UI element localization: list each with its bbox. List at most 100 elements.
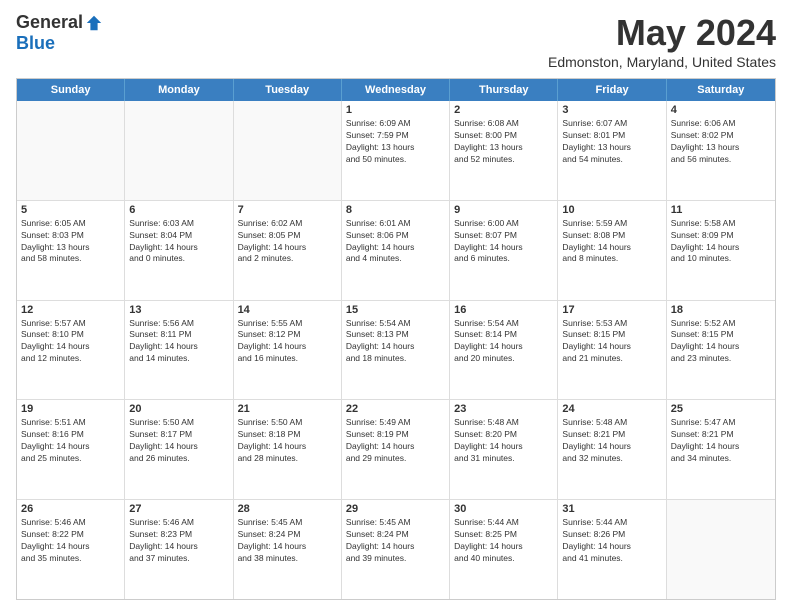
day-cell: 23 Sunrise: 5:48 AMSunset: 8:20 PMDayligh… (450, 400, 558, 499)
title-section: May 2024 Edmonston, Maryland, United Sta… (548, 12, 776, 70)
day-cell: 13 Sunrise: 5:56 AMSunset: 8:11 PMDayligh… (125, 301, 233, 400)
day-info: Sunrise: 6:08 AMSunset: 8:00 PMDaylight:… (454, 118, 553, 166)
day-cell: 1 Sunrise: 6:09 AMSunset: 7:59 PMDaylight… (342, 101, 450, 200)
day-number: 25 (671, 403, 771, 415)
day-cell: 15 Sunrise: 5:54 AMSunset: 8:13 PMDayligh… (342, 301, 450, 400)
header: General Blue May 2024 Edmonston, Marylan… (16, 12, 776, 70)
day-number: 13 (129, 304, 228, 316)
day-info: Sunrise: 5:49 AMSunset: 8:19 PMDaylight:… (346, 417, 445, 465)
day-info: Sunrise: 5:44 AMSunset: 8:25 PMDaylight:… (454, 517, 553, 565)
day-number: 4 (671, 104, 771, 116)
day-number: 5 (21, 204, 120, 216)
day-number: 20 (129, 403, 228, 415)
day-number: 26 (21, 503, 120, 515)
day-number: 10 (562, 204, 661, 216)
day-of-week-header: Thursday (450, 79, 558, 101)
day-info: Sunrise: 6:01 AMSunset: 8:06 PMDaylight:… (346, 218, 445, 266)
day-info: Sunrise: 5:59 AMSunset: 8:08 PMDaylight:… (562, 218, 661, 266)
day-info: Sunrise: 5:58 AMSunset: 8:09 PMDaylight:… (671, 218, 771, 266)
day-info: Sunrise: 5:56 AMSunset: 8:11 PMDaylight:… (129, 318, 228, 366)
day-number: 14 (238, 304, 337, 316)
day-number: 21 (238, 403, 337, 415)
day-cell (234, 101, 342, 200)
calendar-row: 26 Sunrise: 5:46 AMSunset: 8:22 PMDayligh… (17, 499, 775, 599)
day-number: 31 (562, 503, 661, 515)
logo-blue-text: Blue (16, 33, 55, 54)
day-cell: 11 Sunrise: 5:58 AMSunset: 8:09 PMDayligh… (667, 201, 775, 300)
day-of-week-header: Wednesday (342, 79, 450, 101)
day-cell: 25Sunrise: 5:47 AMSunset: 8:21 PMDayligh… (667, 400, 775, 499)
day-info: Sunrise: 6:02 AMSunset: 8:05 PMDaylight:… (238, 218, 337, 266)
day-cell: 21 Sunrise: 5:50 AMSunset: 8:18 PMDayligh… (234, 400, 342, 499)
day-info: Sunrise: 6:00 AMSunset: 8:07 PMDaylight:… (454, 218, 553, 266)
logo-icon (85, 14, 103, 32)
day-cell: 10 Sunrise: 5:59 AMSunset: 8:08 PMDayligh… (558, 201, 666, 300)
day-cell: 18 Sunrise: 5:52 AMSunset: 8:15 PMDayligh… (667, 301, 775, 400)
day-info: Sunrise: 5:48 AMSunset: 8:20 PMDaylight:… (454, 417, 553, 465)
day-info: Sunrise: 6:09 AMSunset: 7:59 PMDaylight:… (346, 118, 445, 166)
day-info: Sunrise: 5:51 AMSunset: 8:16 PMDaylight:… (21, 417, 120, 465)
day-info: Sunrise: 5:44 AMSunset: 8:26 PMDaylight:… (562, 517, 661, 565)
day-info: Sunrise: 5:50 AMSunset: 8:18 PMDaylight:… (238, 417, 337, 465)
day-cell: 26 Sunrise: 5:46 AMSunset: 8:22 PMDayligh… (17, 500, 125, 599)
day-info: Sunrise: 6:03 AMSunset: 8:04 PMDaylight:… (129, 218, 228, 266)
day-info: Sunrise: 5:45 AMSunset: 8:24 PMDaylight:… (238, 517, 337, 565)
day-info: Sunrise: 5:46 AMSunset: 8:22 PMDaylight:… (21, 517, 120, 565)
calendar-row: 5 Sunrise: 6:05 AMSunset: 8:03 PMDaylight… (17, 200, 775, 300)
day-info: Sunrise: 5:52 AMSunset: 8:15 PMDaylight:… (671, 318, 771, 366)
day-cell (667, 500, 775, 599)
day-info: Sunrise: 6:07 AMSunset: 8:01 PMDaylight:… (562, 118, 661, 166)
day-info: Sunrise: 5:54 AMSunset: 8:13 PMDaylight:… (346, 318, 445, 366)
calendar-row: 19Sunrise: 5:51 AMSunset: 8:16 PMDayligh… (17, 399, 775, 499)
day-number: 28 (238, 503, 337, 515)
day-cell: 19Sunrise: 5:51 AMSunset: 8:16 PMDayligh… (17, 400, 125, 499)
day-cell: 16Sunrise: 5:54 AMSunset: 8:14 PMDayligh… (450, 301, 558, 400)
day-number: 12 (21, 304, 120, 316)
day-info: Sunrise: 5:46 AMSunset: 8:23 PMDaylight:… (129, 517, 228, 565)
day-info: Sunrise: 5:57 AMSunset: 8:10 PMDaylight:… (21, 318, 120, 366)
calendar-body: 1 Sunrise: 6:09 AMSunset: 7:59 PMDaylight… (17, 101, 775, 599)
day-number: 30 (454, 503, 553, 515)
day-cell: 3 Sunrise: 6:07 AMSunset: 8:01 PMDaylight… (558, 101, 666, 200)
day-number: 17 (562, 304, 661, 316)
day-number: 27 (129, 503, 228, 515)
day-cell: 6Sunrise: 6:03 AMSunset: 8:04 PMDaylight… (125, 201, 233, 300)
day-number: 9 (454, 204, 553, 216)
day-number: 8 (346, 204, 445, 216)
day-number: 3 (562, 104, 661, 116)
day-number: 22 (346, 403, 445, 415)
calendar-header: SundayMondayTuesdayWednesdayThursdayFrid… (17, 79, 775, 101)
day-cell: 31 Sunrise: 5:44 AMSunset: 8:26 PMDayligh… (558, 500, 666, 599)
day-number: 15 (346, 304, 445, 316)
day-info: Sunrise: 6:06 AMSunset: 8:02 PMDaylight:… (671, 118, 771, 166)
day-number: 7 (238, 204, 337, 216)
day-cell: 20Sunrise: 5:50 AMSunset: 8:17 PMDayligh… (125, 400, 233, 499)
day-cell: 27 Sunrise: 5:46 AMSunset: 8:23 PMDayligh… (125, 500, 233, 599)
calendar-row: 1 Sunrise: 6:09 AMSunset: 7:59 PMDaylight… (17, 101, 775, 200)
day-number: 24 (562, 403, 661, 415)
day-of-week-header: Saturday (667, 79, 775, 101)
day-number: 11 (671, 204, 771, 216)
day-number: 29 (346, 503, 445, 515)
day-of-week-header: Tuesday (234, 79, 342, 101)
day-cell: 2 Sunrise: 6:08 AMSunset: 8:00 PMDaylight… (450, 101, 558, 200)
location: Edmonston, Maryland, United States (548, 54, 776, 70)
day-of-week-header: Sunday (17, 79, 125, 101)
calendar: SundayMondayTuesdayWednesdayThursdayFrid… (16, 78, 776, 600)
day-cell: 17 Sunrise: 5:53 AMSunset: 8:15 PMDayligh… (558, 301, 666, 400)
day-info: Sunrise: 5:45 AMSunset: 8:24 PMDaylight:… (346, 517, 445, 565)
day-of-week-header: Monday (125, 79, 233, 101)
day-info: Sunrise: 6:05 AMSunset: 8:03 PMDaylight:… (21, 218, 120, 266)
day-info: Sunrise: 5:53 AMSunset: 8:15 PMDaylight:… (562, 318, 661, 366)
day-cell: 5 Sunrise: 6:05 AMSunset: 8:03 PMDaylight… (17, 201, 125, 300)
day-number: 1 (346, 104, 445, 116)
day-info: Sunrise: 5:54 AMSunset: 8:14 PMDaylight:… (454, 318, 553, 366)
day-number: 18 (671, 304, 771, 316)
day-number: 2 (454, 104, 553, 116)
day-cell: 7 Sunrise: 6:02 AMSunset: 8:05 PMDaylight… (234, 201, 342, 300)
day-cell (17, 101, 125, 200)
day-number: 23 (454, 403, 553, 415)
day-cell: 29 Sunrise: 5:45 AMSunset: 8:24 PMDayligh… (342, 500, 450, 599)
day-cell (125, 101, 233, 200)
day-cell: 12 Sunrise: 5:57 AMSunset: 8:10 PMDayligh… (17, 301, 125, 400)
